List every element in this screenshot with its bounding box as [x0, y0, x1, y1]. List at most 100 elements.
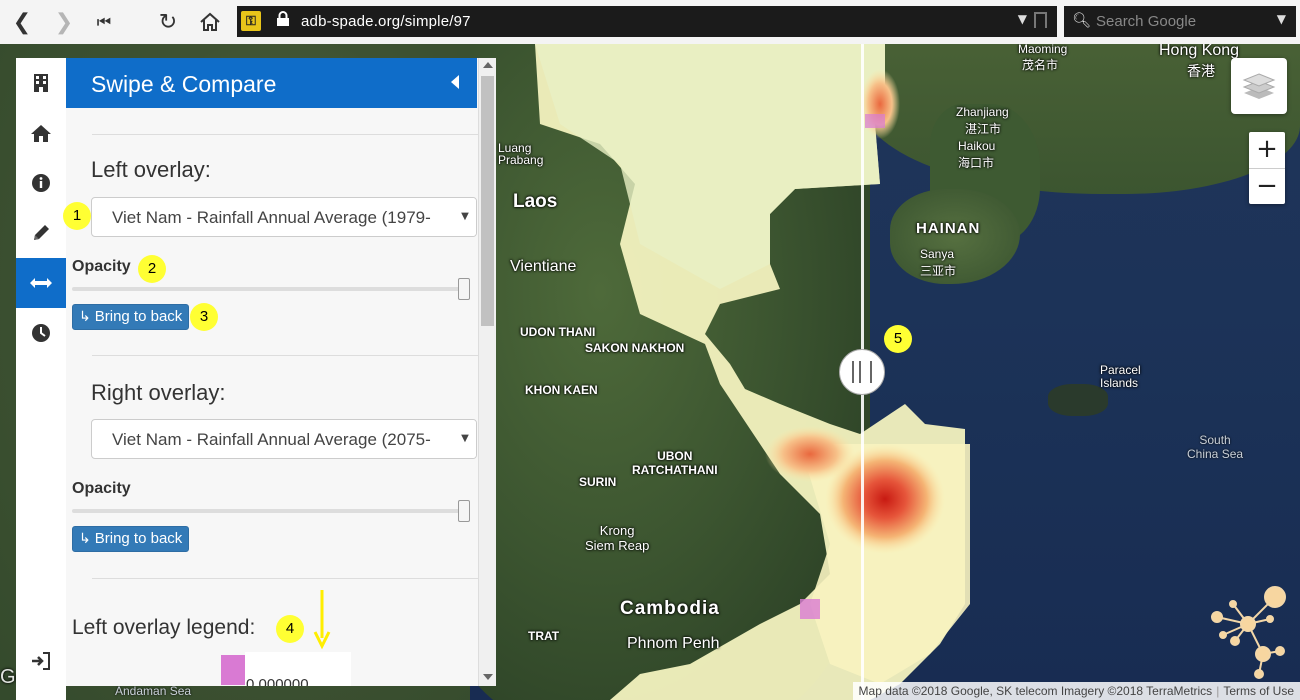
- panel-title: Swipe & Compare: [91, 71, 277, 97]
- building-icon[interactable]: [16, 58, 66, 108]
- attribution-text: Map data ©2018 Google, SK telecom Imager…: [858, 684, 1213, 698]
- callout-2: 2: [138, 255, 166, 283]
- chevron-down-icon[interactable]: ▼: [454, 420, 476, 458]
- legend-swatch: [221, 655, 245, 685]
- panel-header: Swipe & Compare: [66, 58, 477, 108]
- zoom-control: + −: [1249, 132, 1285, 204]
- network-logo-icon: [1211, 586, 1286, 679]
- drag-handle-icon: [852, 361, 872, 383]
- key-icon[interactable]: ⚿: [241, 11, 261, 31]
- label-zhanjiang-local: 湛江市: [965, 122, 1002, 136]
- label-maoming-local: 茂名市: [1022, 58, 1059, 72]
- sidebar-tabs: [16, 58, 66, 700]
- label-sanya-local: 三亚市: [920, 264, 957, 278]
- url-text[interactable]: adb-spade.org/simple/97: [301, 13, 471, 30]
- label-haikou-local: 海口市: [958, 156, 995, 170]
- chevron-down-icon[interactable]: ▼: [1018, 12, 1027, 26]
- right-opacity-slider-thumb[interactable]: [458, 500, 470, 522]
- label-sanya: Sanya: [920, 247, 955, 261]
- legend-title: Left overlay legend:: [72, 616, 256, 639]
- label-andaman-sea: Andaman Sea: [115, 684, 192, 698]
- left-bring-to-back-button[interactable]: ↳ Bring to back: [72, 304, 190, 330]
- label-surin: SURIN: [579, 475, 617, 489]
- map-attribution: Map data ©2018 Google, SK telecom Imager…: [852, 682, 1300, 700]
- callout-3: 3: [190, 303, 218, 331]
- reload-icon[interactable]: ↻: [154, 8, 182, 36]
- divider: [92, 134, 478, 135]
- left-overlay-title: Left overlay:: [91, 157, 211, 182]
- label-luang-prabang: Luang Prabang: [498, 141, 544, 167]
- chevron-down-icon[interactable]: ▼: [1277, 12, 1286, 26]
- label-haikou: Haikou: [958, 139, 996, 153]
- scroll-up-icon[interactable]: [483, 62, 493, 68]
- zoom-out-button[interactable]: −: [1249, 169, 1285, 205]
- divider: [92, 578, 478, 579]
- forward-arrow-icon[interactable]: ❯: [50, 8, 78, 36]
- lock-icon[interactable]: [273, 11, 293, 31]
- label-krong-siem-reap: Krong Siem Reap: [585, 523, 650, 553]
- browser-toolbar: ❮ ❯ ⏮ ↻ ⚿ adb-spade.org/simple/97 ▼ 🔍︎ S…: [0, 0, 1300, 45]
- collapse-panel-icon[interactable]: [451, 75, 459, 89]
- label-trat: TRAT: [528, 629, 560, 643]
- legend-value: 0.000000: [246, 676, 309, 686]
- label-hong-kong-local: 香港: [1187, 63, 1215, 79]
- left-opacity-label: Opacity: [72, 258, 131, 275]
- scroll-thumb[interactable]: [481, 76, 494, 326]
- panel-scrollbar[interactable]: [478, 58, 496, 686]
- right-bring-to-back-label: Bring to back: [94, 530, 183, 547]
- layers-icon: [1242, 73, 1276, 99]
- right-opacity-label: Opacity: [72, 480, 131, 497]
- swipe-handle[interactable]: [839, 349, 885, 395]
- arrow-down-icon: [313, 590, 331, 650]
- right-overlay-title: Right overlay:: [91, 380, 226, 405]
- callout-4: 4: [276, 615, 304, 643]
- label-laos: Laos: [513, 191, 558, 212]
- right-opacity-slider[interactable]: [72, 509, 470, 513]
- back-arrow-icon[interactable]: ❮: [8, 8, 36, 36]
- right-overlay-selected: Viet Nam - Rainfall Annual Average (2075…: [112, 430, 431, 449]
- layers-button[interactable]: [1231, 58, 1287, 114]
- label-maoming: Maoming: [1018, 44, 1068, 56]
- scroll-down-icon[interactable]: [483, 674, 493, 680]
- search-input[interactable]: 🔍︎ Search Google ▼: [1064, 6, 1296, 37]
- label-south-china-sea: South China Sea: [1187, 433, 1244, 461]
- search-icon[interactable]: 🔍︎: [1072, 11, 1091, 29]
- left-opacity-slider[interactable]: [72, 287, 470, 291]
- home-icon[interactable]: [196, 8, 224, 36]
- address-bar[interactable]: ⚿ adb-spade.org/simple/97 ▼: [237, 6, 1057, 37]
- swap-icon[interactable]: [16, 258, 66, 308]
- bookmark-icon[interactable]: [1034, 12, 1047, 28]
- left-overlay-selected: Viet Nam - Rainfall Annual Average (1979…: [112, 208, 431, 227]
- logout-icon[interactable]: [16, 636, 66, 686]
- callout-1: 1: [63, 202, 91, 230]
- label-hainan: HAINAN: [916, 220, 981, 237]
- clock-icon[interactable]: [16, 308, 66, 358]
- label-udon-thani: UDON THANI: [520, 325, 596, 339]
- callout-5: 5: [884, 325, 912, 353]
- left-overlay-select[interactable]: Viet Nam - Rainfall Annual Average (1979…: [91, 197, 477, 237]
- label-sakon-nakhon: SAKON NAKHON: [585, 341, 685, 355]
- swipe-compare-panel: Swipe & Compare Left overlay: Viet Nam -…: [66, 58, 496, 686]
- chevron-down-icon[interactable]: ▼: [454, 198, 476, 236]
- zoom-in-button[interactable]: +: [1249, 132, 1285, 169]
- terms-link[interactable]: Terms of Use: [1223, 684, 1294, 698]
- label-vientiane: Vientiane: [510, 258, 577, 275]
- pencil-icon[interactable]: [16, 208, 66, 258]
- left-bring-to-back-label: Bring to back: [94, 308, 183, 325]
- search-placeholder: Search Google: [1096, 13, 1197, 30]
- label-zhanjiang: Zhanjiang: [956, 105, 1009, 119]
- label-phnom-penh: Phnom Penh: [627, 635, 720, 652]
- first-page-icon[interactable]: ⏮: [90, 8, 118, 36]
- home-icon[interactable]: [16, 108, 66, 158]
- right-overlay-select[interactable]: Viet Nam - Rainfall Annual Average (2075…: [91, 419, 477, 459]
- right-bring-to-back-button[interactable]: ↳ Bring to back: [72, 526, 190, 552]
- info-icon[interactable]: [16, 158, 66, 208]
- label-hong-kong: Hong Kong: [1159, 44, 1240, 59]
- arrow-down-icon: ↳: [79, 309, 91, 325]
- arrow-down-icon: ↳: [79, 531, 91, 547]
- label-cambodia: Cambodia: [620, 598, 720, 619]
- left-opacity-slider-thumb[interactable]: [458, 278, 470, 300]
- label-khon-kaen: KHON KAEN: [525, 383, 598, 397]
- divider: [92, 355, 478, 356]
- label-ubon-ratchathani: UBON RATCHATHANI: [632, 449, 718, 477]
